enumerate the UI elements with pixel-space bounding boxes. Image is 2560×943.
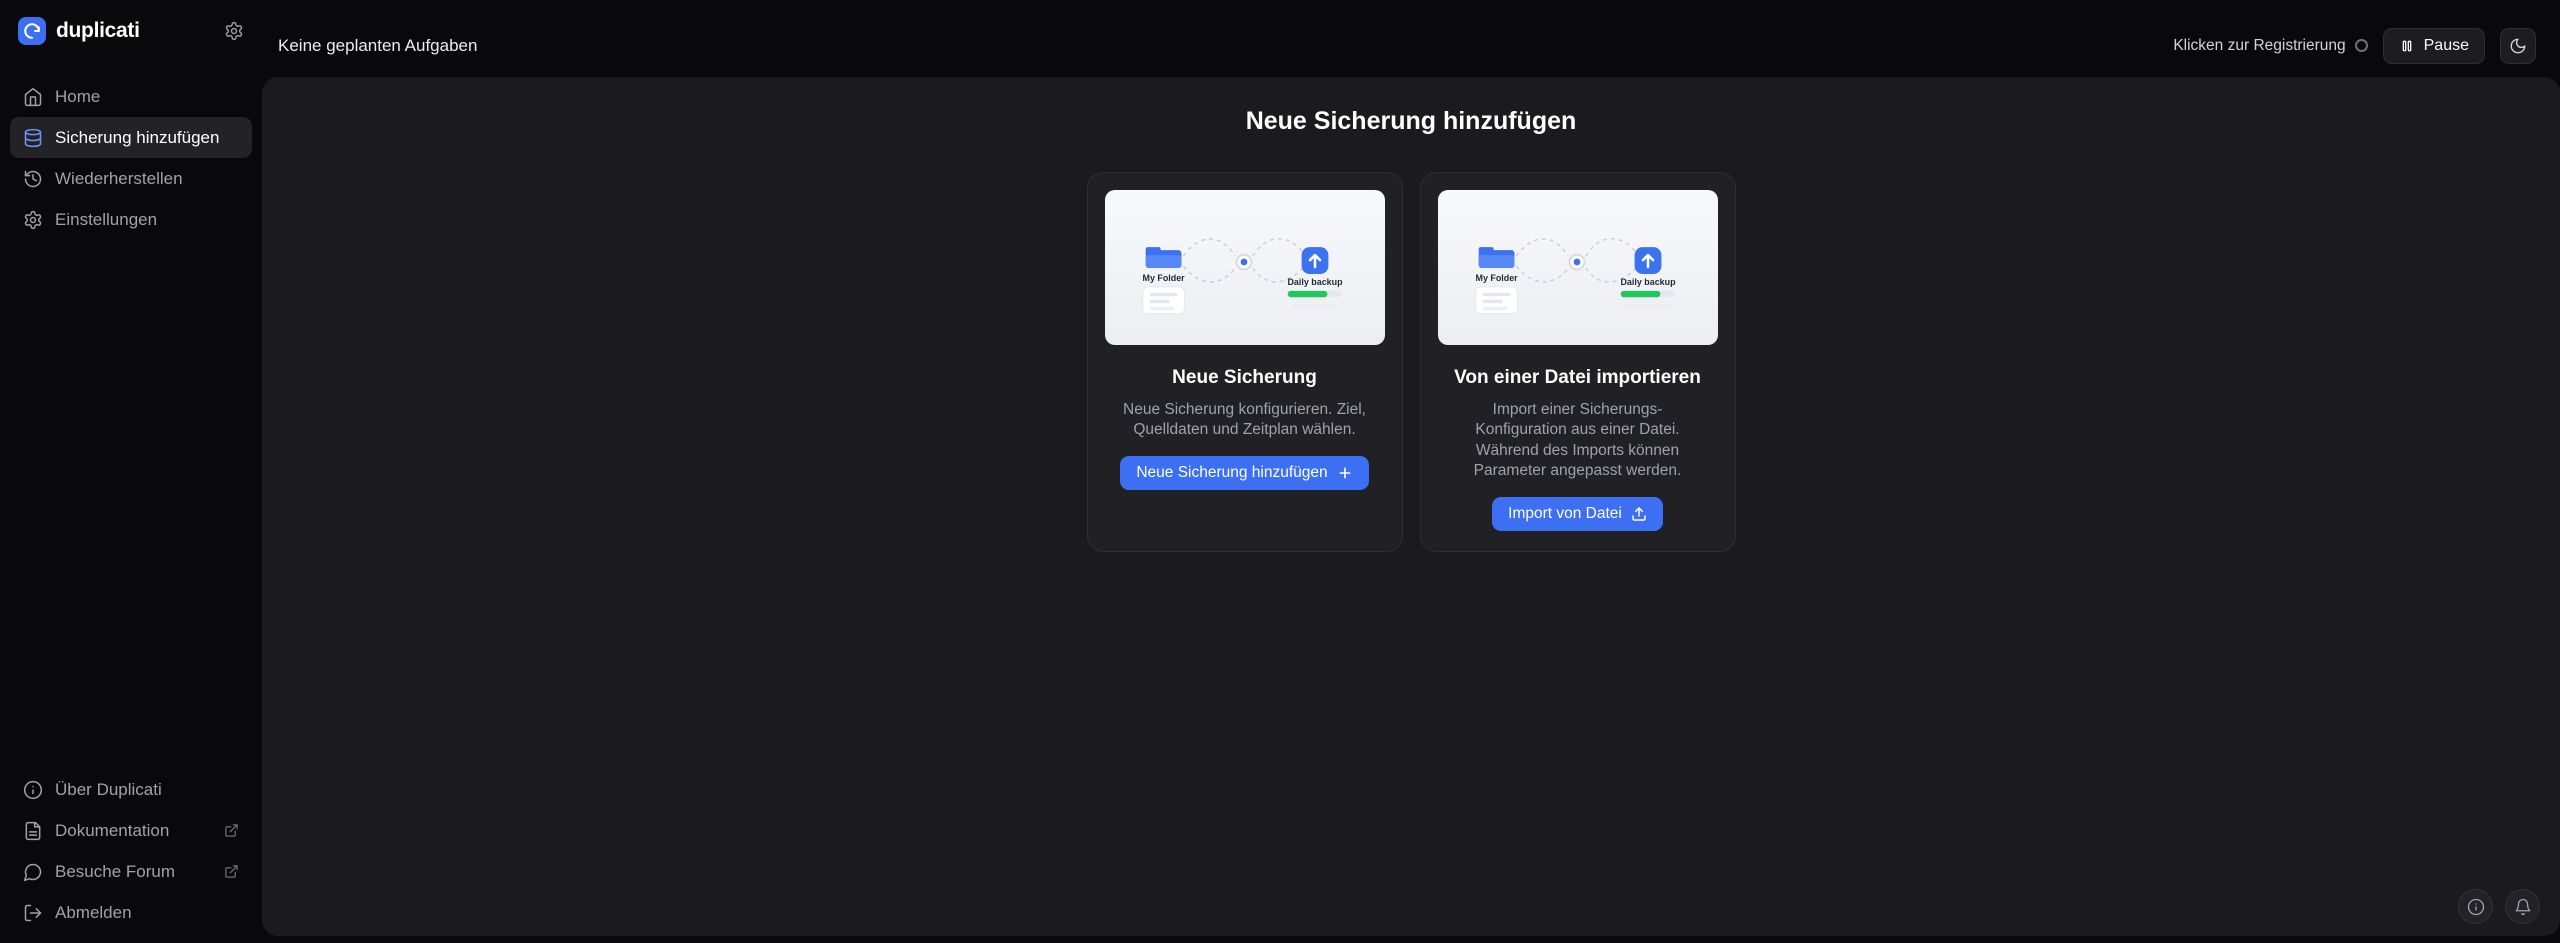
sidebar-item-label: Sicherung hinzufügen — [55, 127, 220, 147]
sidebar-item-settings[interactable]: Einstellungen — [10, 199, 252, 240]
source-folder-label: My Folder — [1142, 273, 1185, 283]
brand-name: duplicati — [56, 19, 140, 42]
theme-toggle-icon — [2510, 38, 2526, 53]
bell-icon — [2515, 898, 2530, 915]
settings-gear-button[interactable] — [224, 21, 244, 41]
pause-label: Pause — [2423, 36, 2469, 54]
target-app-label: Daily backup — [1620, 277, 1676, 287]
new-backup-card[interactable]: My Folder Daily backup Neue Sicherung Ne… — [1086, 172, 1403, 552]
gear-icon — [225, 21, 243, 41]
theme-toggle-button[interactable] — [2500, 27, 2536, 64]
sidebar-item-restore[interactable]: Wiederherstellen — [10, 158, 252, 199]
chat-icon — [23, 862, 43, 882]
backup-illustration: My Folder Daily backup — [1104, 190, 1385, 345]
card-title: Neue Sicherung — [1172, 367, 1317, 388]
sidebar-item-logout[interactable]: Abmelden — [10, 892, 252, 933]
sidebar-item-label: Home — [55, 86, 101, 106]
card-group: My Folder Daily backup Neue Sicherung Ne… — [262, 172, 2560, 552]
progress-bar — [1287, 290, 1327, 298]
sidebar-item-add-backup[interactable]: Sicherung hinzufügen — [10, 117, 252, 158]
import-file-button-label: Import von Datei — [1508, 504, 1622, 522]
source-folder-label: My Folder — [1475, 273, 1518, 283]
duplicati-logo-icon — [24, 23, 40, 39]
import-backup-card[interactable]: My Folder Daily backup Von einer Datei i… — [1419, 172, 1736, 552]
logout-icon — [23, 903, 43, 923]
card-description: Import einer Sicherungs-Konfiguration au… — [1473, 401, 1682, 480]
sidebar-nav: Home Sicherung hinzufügen Wiederherstell… — [0, 62, 262, 240]
add-backup-button[interactable]: Neue Sicherung hinzufügen — [1120, 455, 1369, 490]
sidebar-item-home[interactable]: Home — [10, 76, 252, 117]
upload-icon — [1632, 507, 1646, 521]
backup-illustration: My Folder Daily backup — [1437, 190, 1718, 345]
document-icon — [23, 821, 43, 841]
topbar-actions: Klicken zur Registrierung Pause — [2173, 27, 2536, 64]
sidebar-header: duplicati — [0, 0, 262, 62]
import-file-button[interactable]: Import von Datei — [1492, 496, 1663, 531]
info-icon — [2467, 898, 2484, 915]
system-info-button[interactable] — [2458, 889, 2493, 924]
register-status-icon — [2354, 39, 2368, 52]
sidebar-item-label: Über Duplicati — [55, 779, 162, 799]
plus-icon — [1339, 467, 1351, 479]
settings-icon — [23, 210, 43, 230]
add-backup-button-label: Neue Sicherung hinzufügen — [1136, 463, 1328, 481]
sidebar-item-about[interactable]: Über Duplicati — [10, 769, 252, 810]
card-description: Neue Sicherung konfigurieren. Ziel, Quel… — [1123, 401, 1366, 439]
external-link-icon — [224, 823, 239, 838]
pause-button[interactable]: Pause — [2382, 27, 2485, 64]
progress-bar — [1620, 290, 1660, 298]
pause-icon — [2402, 40, 2411, 51]
sidebar-item-label: Besuche Forum — [55, 861, 175, 881]
content-panel: Neue Sicherung hinzufügen My Folder Dail… — [262, 77, 2560, 936]
sidebar-item-forum[interactable]: Besuche Forum — [10, 851, 252, 892]
sidebar: duplicati Home Sicherung hinzufügen Wied… — [0, 0, 262, 943]
sidebar-item-label: Wiederherstellen — [55, 168, 183, 188]
home-icon — [23, 87, 43, 107]
target-app-label: Daily backup — [1287, 277, 1343, 287]
card-title: Von einer Datei importieren — [1454, 367, 1701, 388]
restore-history-icon — [23, 169, 43, 189]
floating-actions — [2458, 889, 2540, 924]
external-link-icon — [224, 864, 239, 879]
sidebar-item-documentation[interactable]: Dokumentation — [10, 810, 252, 851]
info-icon — [23, 780, 43, 800]
database-icon — [23, 128, 43, 148]
register-link[interactable]: Klicken zur Registrierung — [2173, 36, 2368, 55]
notifications-button[interactable] — [2505, 889, 2540, 924]
register-label: Klicken zur Registrierung — [2173, 36, 2346, 54]
topbar: Keine geplanten Aufgaben Klicken zur Reg… — [262, 0, 2560, 77]
sidebar-item-label: Abmelden — [55, 902, 132, 922]
sidebar-item-label: Dokumentation — [55, 820, 170, 840]
page-title: Neue Sicherung hinzufügen — [1245, 107, 1577, 135]
duplicati-logo[interactable] — [18, 17, 46, 45]
scheduled-tasks-status: Keine geplanten Aufgaben — [278, 35, 478, 55]
sidebar-footer: Über Duplicati Dokumentation Besuche For… — [0, 769, 262, 933]
sidebar-item-label: Einstellungen — [55, 209, 158, 229]
app-root: duplicati Home Sicherung hinzufügen Wied… — [0, 0, 2560, 943]
